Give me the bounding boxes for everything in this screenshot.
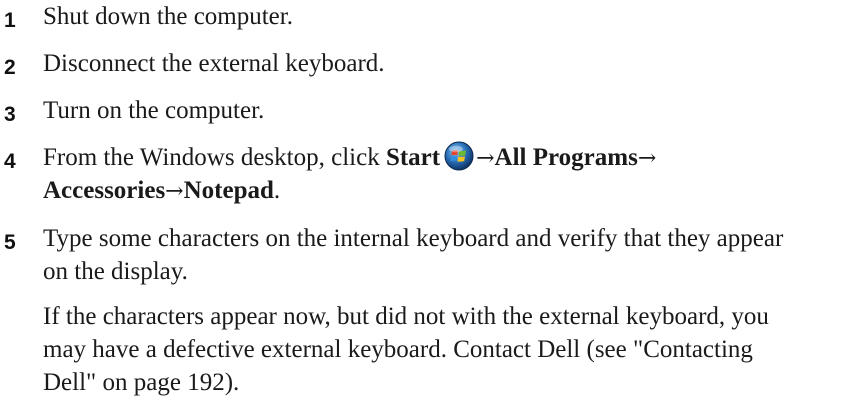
all-programs-label: All Programs <box>494 144 638 171</box>
start-label: Start <box>385 144 441 171</box>
step-number: 3 <box>4 103 16 126</box>
step-suffix: . <box>273 177 281 204</box>
accessories-label: Accessories <box>43 177 166 204</box>
menu-arrow: → <box>165 179 184 204</box>
note-line2: may have a defective external keyboard. … <box>43 336 753 363</box>
step-text: Disconnect the external keyboard. <box>43 50 385 77</box>
step-number: 4 <box>4 150 16 173</box>
instruction-page: 1 Shut down the computer. 2 Disconnect t… <box>0 0 841 396</box>
step-text-line1: Type some characters on the internal key… <box>43 225 784 252</box>
step-number: 5 <box>4 231 16 254</box>
step-text-line2: on the display. <box>43 258 188 285</box>
note-line1: If the characters appear now, but did no… <box>43 303 769 330</box>
notepad-label: Notepad <box>183 177 274 204</box>
step-number: 1 <box>4 9 16 32</box>
step-text: From the Windows desktop, click Start →A… <box>43 141 656 175</box>
step-text-continued: Accessories→Notepad. <box>43 174 280 208</box>
step-number: 2 <box>4 56 16 79</box>
step-text: Turn on the computer. <box>43 97 265 124</box>
step-text: Shut down the computer. <box>43 3 293 30</box>
note-line3: Dell" on page 192). <box>43 369 240 396</box>
step-prefix: From the Windows desktop, click <box>43 144 386 171</box>
windows-start-orb-icon <box>444 141 474 171</box>
menu-arrow: → <box>637 146 657 171</box>
menu-arrow: → <box>476 146 495 171</box>
